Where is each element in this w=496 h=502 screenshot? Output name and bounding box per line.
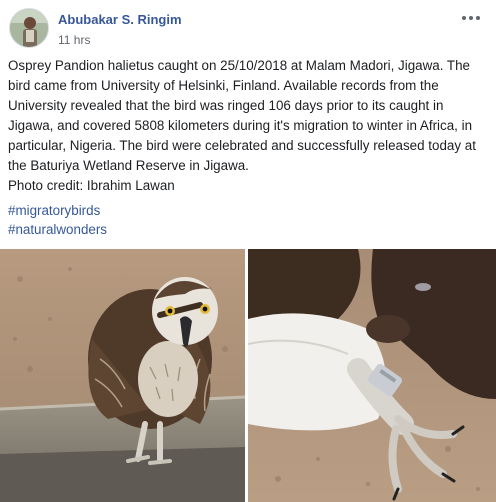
- facebook-post: Abubakar S. Ringim 11 hrs Osprey Pandion…: [0, 0, 496, 502]
- author-avatar[interactable]: [9, 8, 49, 48]
- hashtag-naturalwonders[interactable]: #naturalwonders: [8, 222, 107, 237]
- post-header: Abubakar S. Ringim 11 hrs: [8, 8, 488, 48]
- ellipsis-icon[interactable]: [458, 8, 484, 28]
- post-timestamp[interactable]: 11 hrs: [58, 33, 90, 47]
- author-name[interactable]: Abubakar S. Ringim: [58, 12, 182, 27]
- post-text: Osprey Pandion halietus caught on 25/10/…: [8, 58, 476, 173]
- hashtag-migratorybirds[interactable]: #migratorybirds: [8, 203, 100, 218]
- photo-osprey-ring[interactable]: [248, 249, 496, 502]
- photo-osprey-perched[interactable]: [0, 249, 245, 502]
- photo-credit: Photo credit: Ibrahim Lawan: [8, 178, 175, 193]
